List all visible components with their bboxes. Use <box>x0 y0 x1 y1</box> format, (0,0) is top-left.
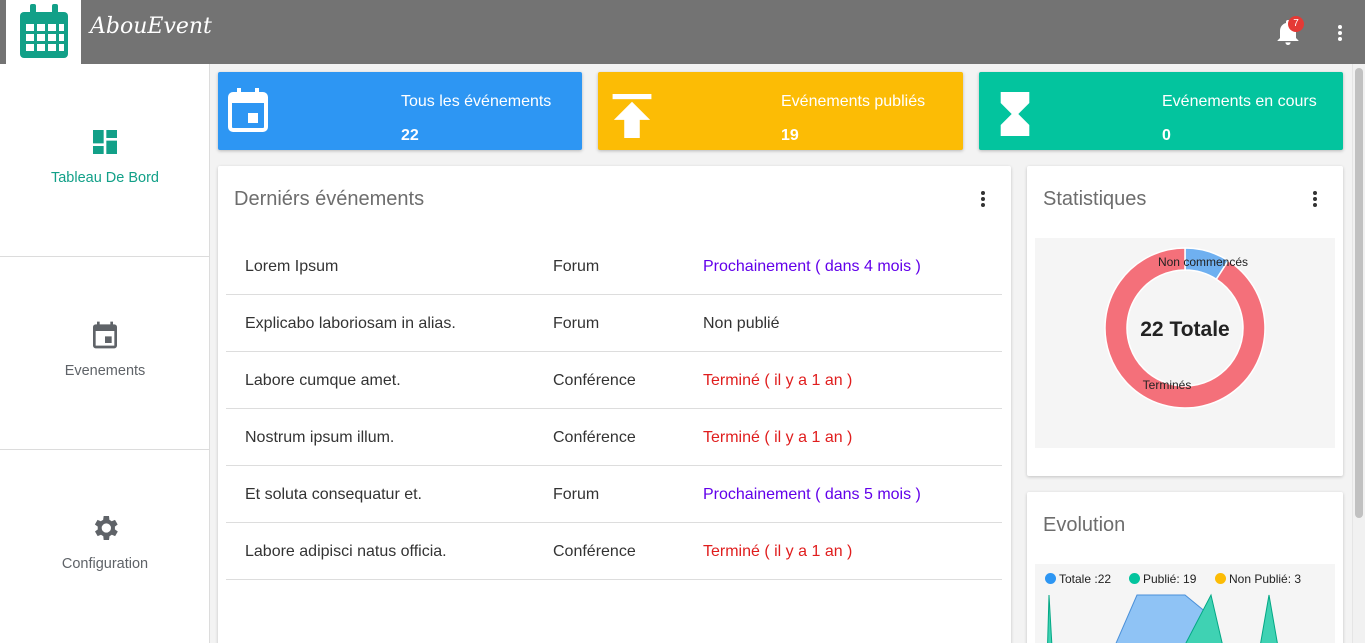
event-name: Et soluta consequatur et. <box>245 486 422 503</box>
sidebar-item-label: Evenements <box>64 363 146 379</box>
panel-title: Evolution <box>1043 514 1126 536</box>
event-status: Non publié <box>703 315 780 332</box>
evolution-panel: Evolution Totale :22 Publié: 19 Non Publ… <box>1027 492 1343 643</box>
more-options-icon[interactable] <box>1310 189 1320 209</box>
scrollbar-thumb[interactable] <box>1355 68 1363 518</box>
event-status: Terminé ( il y a 1 an ) <box>703 429 853 446</box>
card-value: 0 <box>1162 127 1171 144</box>
donut-chart-area: 22 Totale Non commencés Terminés <box>1035 238 1335 448</box>
sidebar-item-events[interactable]: Evenements <box>0 257 210 450</box>
sidebar-item-label: Tableau De Bord <box>50 170 159 186</box>
more-options-icon[interactable] <box>978 189 988 209</box>
event-type: Forum <box>553 486 600 503</box>
donut-center-label: 22 Totale <box>1140 318 1229 341</box>
event-type: Conférence <box>553 429 636 446</box>
table-row[interactable]: Labore cumque amet. Conférence Terminé (… <box>226 352 1002 409</box>
event-type: Forum <box>553 258 600 275</box>
card-value: 19 <box>781 127 799 144</box>
series-area-published <box>1047 594 1053 643</box>
card-title: Evénements publiés <box>781 93 926 110</box>
table-row[interactable]: Labore adipisci natus officia. Conférenc… <box>226 523 1002 580</box>
sidebar-item-configuration[interactable]: Configuration <box>0 450 210 643</box>
sidebar-item-dashboard[interactable]: Tableau De Bord <box>0 64 210 257</box>
card-title: Tous les événements <box>401 93 552 110</box>
hourglass-icon <box>1000 92 1030 136</box>
slice-label-finished: Terminés <box>1143 378 1192 392</box>
latest-events-panel: Derniérs événements Lorem Ipsum Forum Pr… <box>218 166 1011 643</box>
event-status: Terminé ( il y a 1 an ) <box>703 543 853 560</box>
sidebar: Tableau De Bord Evenements Configuration <box>0 64 210 643</box>
table-row[interactable]: Explicabo laboriosam in alias. Forum Non… <box>226 295 1002 352</box>
card-ongoing-events[interactable]: Evénements en cours 0 <box>979 72 1343 150</box>
calendar-icon <box>93 321 117 349</box>
card-all-events[interactable]: Tous les événements 22 <box>218 72 582 150</box>
card-published-events[interactable]: Evénements publiés 19 <box>598 72 963 150</box>
notification-badge: 7 <box>1288 16 1304 32</box>
page-scrollbar[interactable] <box>1352 64 1365 643</box>
event-name: Labore adipisci natus officia. <box>245 543 447 560</box>
slice-label-not-started: Non commencés <box>1158 255 1248 269</box>
panel-title: Derniérs événements <box>234 188 425 210</box>
event-name: Labore cumque amet. <box>245 372 401 389</box>
brand-name: AbouEvent <box>90 14 212 39</box>
event-status: Prochainement ( dans 5 mois ) <box>703 486 921 503</box>
event-type: Conférence <box>553 372 636 389</box>
event-type: Conférence <box>553 543 636 560</box>
event-name: Nostrum ipsum illum. <box>245 429 395 446</box>
table-row[interactable]: Et soluta consequatur et. Forum Prochain… <box>226 466 1002 523</box>
evolution-chart-area: Totale :22 Publié: 19 Non Publié: 3 <box>1035 564 1335 643</box>
evolution-line-chart <box>1047 593 1278 643</box>
event-name: Explicabo laboriosam in alias. <box>245 315 456 332</box>
panel-title: Statistiques <box>1043 188 1147 210</box>
table-row[interactable]: Nostrum ipsum illum. Conférence Terminé … <box>226 409 1002 466</box>
card-value: 22 <box>401 127 419 144</box>
series-area-published-3 <box>1260 594 1278 643</box>
calendar-icon <box>228 88 268 132</box>
card-title: Evénements en cours <box>1162 93 1317 110</box>
donut-chart: 22 Totale Non commencés Terminés <box>1104 247 1266 409</box>
event-type: Forum <box>553 315 600 332</box>
statistics-panel: Statistiques 22 Totale Non commencés Termi… <box>1027 166 1343 476</box>
dashboard-icon <box>93 130 117 154</box>
top-bar: AbouEvent 7 <box>0 0 1365 64</box>
logo[interactable] <box>6 0 81 64</box>
event-name: Lorem Ipsum <box>245 258 339 275</box>
gear-icon <box>94 516 118 540</box>
upload-icon <box>612 94 652 138</box>
sidebar-item-label: Configuration <box>61 556 149 572</box>
calendar-logo-icon <box>20 4 68 58</box>
event-status: Prochainement ( dans 4 mois ) <box>703 258 921 275</box>
table-row[interactable]: Lorem Ipsum Forum Prochainement ( dans 4… <box>226 238 1002 295</box>
event-status: Terminé ( il y a 1 an ) <box>703 372 853 389</box>
more-options-icon[interactable] <box>1330 22 1350 44</box>
